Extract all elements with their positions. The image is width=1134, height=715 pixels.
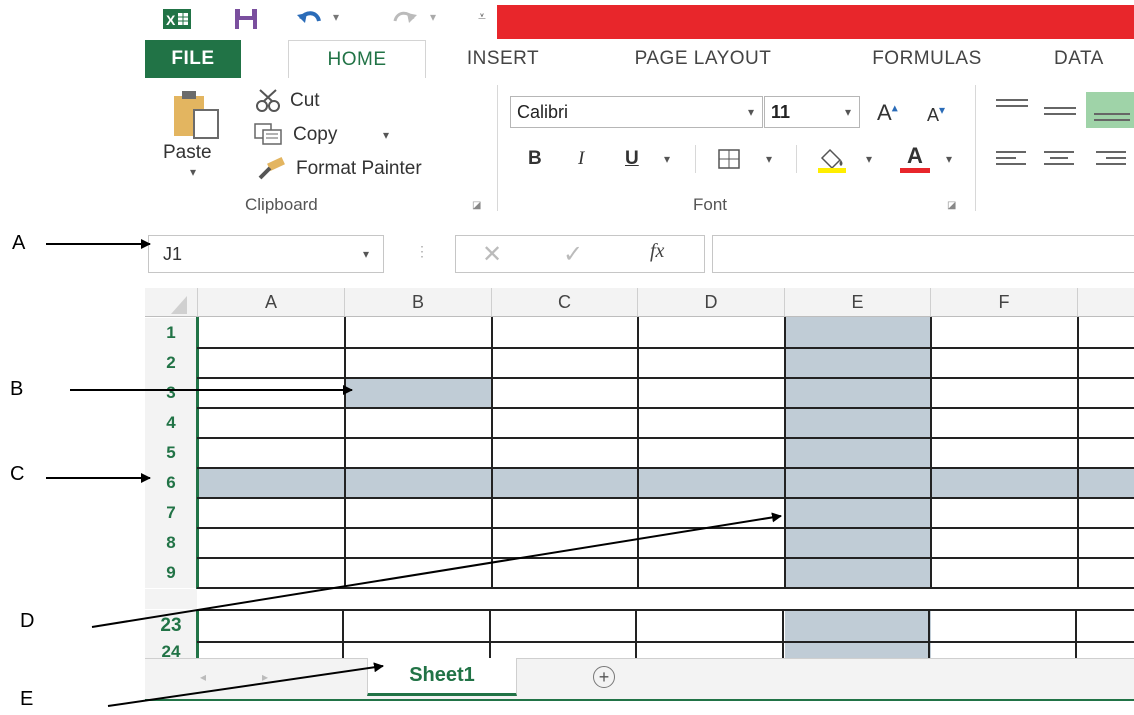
arrow-e bbox=[107, 662, 384, 707]
annotation-arrows bbox=[46, 239, 782, 707]
arrow-d bbox=[91, 512, 782, 628]
